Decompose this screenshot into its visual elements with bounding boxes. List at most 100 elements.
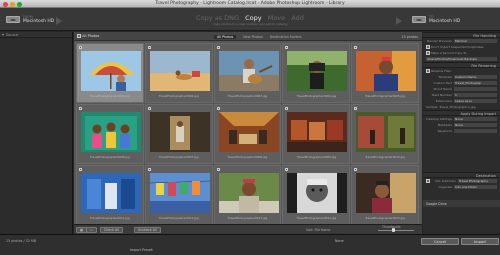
title-bar: Travel Photography - Lightroom Catalog.l… bbox=[0, 0, 500, 8]
photo-filename: TravelPhotographer0011.jpg bbox=[90, 216, 130, 220]
photo-thumbnail-image[interactable] bbox=[218, 112, 279, 152]
photo-filename: TravelPhotographer0006.jpg bbox=[90, 155, 130, 159]
photo-thumbnail-cell[interactable]: TravelPhotographer0015.jpg bbox=[351, 165, 419, 225]
photo-filename: TravelPhotographer0009.jpg bbox=[296, 155, 337, 159]
photo-thumbnail-image[interactable] bbox=[149, 112, 210, 152]
loupe-view-button[interactable]: ▭ bbox=[86, 226, 98, 233]
photo-grid-area: All Photos All Photos New Photos Destina… bbox=[74, 32, 422, 234]
photo-thumbnail-image[interactable] bbox=[356, 173, 417, 213]
keywords-row[interactable]: Keywords bbox=[423, 128, 500, 134]
include-checkbox[interactable] bbox=[354, 46, 358, 49]
include-checkbox[interactable] bbox=[79, 168, 82, 171]
import-button[interactable]: Import bbox=[461, 238, 499, 245]
photo-thumbnail-image[interactable] bbox=[218, 173, 279, 213]
photo-thumbnail-image[interactable] bbox=[81, 173, 141, 213]
grid-toolbar: ▦ ▭ Check All Uncheck All Sort: File Nam… bbox=[74, 224, 422, 234]
photo-filename: TravelPhotographer0010.jpg bbox=[365, 155, 405, 159]
photo-thumbnail-image[interactable] bbox=[287, 51, 348, 91]
photo-thumbnail-image[interactable] bbox=[356, 51, 417, 91]
uncheck-all-button[interactable]: Uncheck All bbox=[134, 226, 161, 233]
include-checkbox[interactable] bbox=[354, 168, 358, 171]
photo-thumbnail-cell[interactable]: TravelPhotographer0007.jpg bbox=[144, 104, 213, 164]
photo-thumbnail-cell[interactable]: TravelPhotographer0003.jpg bbox=[213, 43, 282, 103]
photo-thumbnail-cell[interactable]: TravelPhotographer0004.jpg bbox=[282, 43, 351, 103]
thumbnail-grid: TravelPhotographer0001.jpg TravelPhotogra… bbox=[76, 43, 420, 226]
source-panel-header[interactable]: Source bbox=[0, 32, 72, 38]
tab-destination-folders[interactable]: Destination Folders bbox=[270, 35, 302, 39]
tab-all-photos[interactable]: All Photos bbox=[214, 34, 237, 39]
grid-view-tabs: All Photos New Photos Destination Folder… bbox=[214, 34, 308, 39]
google-drive-folder[interactable]: Google Drive bbox=[423, 200, 500, 207]
checkbox-icon[interactable] bbox=[426, 51, 430, 55]
mode-add[interactable]: Add bbox=[291, 14, 304, 22]
photo-thumbnail-image[interactable] bbox=[218, 51, 279, 91]
file-size-summary: 15 photos / 32 MB bbox=[6, 239, 37, 243]
all-photos-label: All Photos bbox=[82, 34, 100, 38]
photo-filename: TravelPhotographer0012.jpg bbox=[158, 216, 199, 220]
tab-new-photos[interactable]: New Photos bbox=[243, 35, 262, 39]
include-checkbox[interactable] bbox=[147, 168, 151, 171]
photo-filename: TravelPhotographer0005.jpg bbox=[365, 94, 405, 98]
photo-thumbnail-cell[interactable]: TravelPhotographer0005.jpg bbox=[351, 43, 419, 103]
source-panel: Source bbox=[0, 32, 73, 234]
disclosure-triangle-icon bbox=[2, 34, 4, 36]
lightroom-import-window: Travel Photography - Lightroom Catalog.l… bbox=[0, 0, 500, 255]
photo-thumbnail-cell[interactable]: TravelPhotographer0006.jpg bbox=[76, 104, 144, 164]
photo-thumbnail-cell[interactable]: TravelPhotographer0010.jpg bbox=[351, 104, 419, 164]
check-all-button[interactable]: Check All bbox=[100, 226, 123, 233]
thumbnail-size-slider[interactable] bbox=[378, 228, 414, 232]
include-checkbox[interactable] bbox=[285, 46, 289, 49]
photo-thumbnail-cell[interactable]: TravelPhotographer0014.jpg bbox=[282, 165, 351, 225]
photo-thumbnail-cell[interactable]: TravelPhotographer0009.jpg bbox=[282, 104, 351, 164]
mode-copy-as-dng[interactable]: Copy as DNG bbox=[196, 14, 239, 22]
thumbnails-label: Thumbnails bbox=[382, 224, 401, 229]
mode-move[interactable]: Move bbox=[268, 14, 285, 22]
destination-selector[interactable]: HD TO Macintosh HD bbox=[412, 13, 460, 26]
import-preset-label: Import Preset: bbox=[130, 248, 154, 252]
photo-filename: TravelPhotographer0001.jpg bbox=[90, 94, 130, 98]
include-checkbox[interactable] bbox=[79, 46, 82, 49]
photo-thumbnail-cell[interactable]: TravelPhotographer0001.jpg bbox=[76, 43, 144, 103]
photo-thumbnail-cell[interactable]: TravelPhotographer0011.jpg bbox=[76, 165, 144, 225]
mode-copy[interactable]: Copy bbox=[245, 14, 262, 22]
photo-thumbnail-image[interactable] bbox=[81, 112, 141, 152]
photo-thumbnail-cell[interactable]: TravelPhotographer0008.jpg bbox=[213, 104, 282, 164]
photo-thumbnail-image[interactable] bbox=[81, 51, 141, 91]
checkbox-icon[interactable] bbox=[426, 45, 430, 49]
cancel-button[interactable]: Cancel bbox=[421, 238, 459, 245]
photo-filename: TravelPhotographer0002.jpg bbox=[158, 94, 199, 98]
include-checkbox[interactable] bbox=[216, 107, 220, 110]
photo-filename: TravelPhotographer0014.jpg bbox=[296, 216, 337, 220]
grid-filter-bar: All Photos All Photos New Photos Destina… bbox=[74, 32, 422, 41]
checkbox-icon[interactable] bbox=[77, 34, 81, 38]
photo-thumbnail-image[interactable] bbox=[149, 51, 210, 91]
checkbox-icon[interactable] bbox=[426, 69, 430, 73]
all-photos-toggle[interactable]: All Photos bbox=[77, 34, 99, 38]
organize-row[interactable]: Organize Into one folder bbox=[423, 184, 500, 190]
include-checkbox[interactable] bbox=[216, 168, 220, 171]
arrow-right-icon bbox=[396, 17, 402, 25]
slider-knob[interactable] bbox=[392, 228, 395, 232]
hard-drive-icon: HD bbox=[412, 16, 426, 23]
photo-thumbnail-cell[interactable]: TravelPhotographer0013.jpg bbox=[213, 165, 282, 225]
photo-thumbnail-image[interactable] bbox=[287, 112, 348, 152]
include-checkbox[interactable] bbox=[285, 168, 289, 171]
sort-dropdown[interactable]: Sort: File Name bbox=[306, 228, 330, 232]
photo-thumbnail-image[interactable] bbox=[356, 112, 417, 152]
include-checkbox[interactable] bbox=[354, 107, 358, 110]
source-panel-title: Source bbox=[6, 33, 19, 37]
import-footer: 15 photos / 32 MB Import Preset: None Ca… bbox=[0, 234, 500, 255]
photo-filename: TravelPhotographer0007.jpg bbox=[158, 155, 199, 159]
photo-filename: TravelPhotographer0004.jpg bbox=[296, 94, 337, 98]
include-checkbox[interactable] bbox=[147, 107, 151, 110]
photo-count: 15 photos bbox=[401, 34, 418, 39]
import-preset-dropdown[interactable]: None bbox=[335, 239, 344, 243]
photo-thumbnail-cell[interactable]: TravelPhotographer0002.jpg bbox=[144, 43, 213, 103]
photo-thumbnail-cell[interactable]: TravelPhotographer0012.jpg bbox=[144, 165, 213, 225]
include-checkbox[interactable] bbox=[79, 107, 82, 110]
photo-thumbnail-image[interactable] bbox=[149, 173, 210, 213]
include-checkbox[interactable] bbox=[147, 46, 151, 49]
include-checkbox[interactable] bbox=[216, 46, 220, 49]
include-checkbox[interactable] bbox=[285, 107, 289, 110]
photo-thumbnail-image[interactable] bbox=[287, 173, 348, 213]
